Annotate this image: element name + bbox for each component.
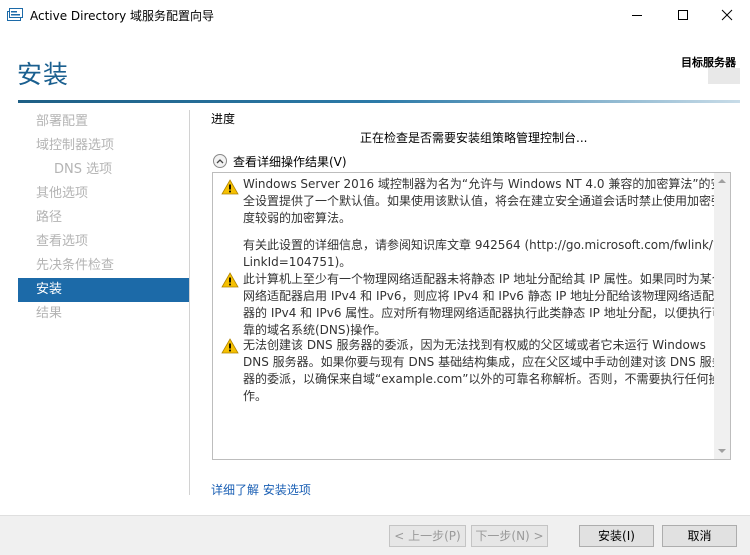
warning-1-text: Windows Server 2016 域控制器为名为“允许与 Windows … — [243, 177, 724, 225]
window-title: Active Directory 域服务配置向导 — [30, 9, 215, 23]
warning-icon — [221, 338, 239, 354]
close-button[interactable] — [704, 0, 750, 30]
details-panel[interactable]: Windows Server 2016 域控制器为名为“允许与 Windows … — [212, 172, 731, 460]
redacted-server-name — [708, 68, 740, 84]
back-button[interactable]: < 上一步(P) — [389, 525, 466, 547]
button-bar: < 上一步(P) 下一步(N) > 安装(I) 取消 — [0, 515, 750, 555]
close-icon — [721, 9, 733, 21]
nav-divider — [189, 110, 190, 495]
minimize-icon — [632, 15, 642, 16]
cancel-button[interactable]: 取消 — [662, 525, 737, 547]
warning-1-detail: 有关此设置的详细信息，请参阅知识库文章 942564 (http://go.mi… — [243, 238, 720, 269]
warning-icon — [221, 272, 239, 288]
server-icon — [7, 8, 23, 21]
scroll-up-icon[interactable] — [718, 179, 726, 183]
wizard-nav: 部署配置 域控制器选项 DNS 选项 其他选项 路径 查看选项 先决条件检查 安… — [18, 110, 189, 326]
page-title: 安装 — [17, 60, 70, 89]
nav-item-prereq: 先决条件检查 — [36, 258, 115, 273]
progress-status: 正在检查是否需要安装组策略管理控制台... — [360, 131, 588, 145]
details-toggle[interactable]: 查看详细操作结果(V) — [213, 153, 347, 169]
next-button[interactable]: 下一步(N) > — [471, 525, 548, 547]
nav-item-results: 结果 — [36, 306, 63, 321]
warning-2-text: 此计算机上至少有一个物理网络适配器未将静态 IP 地址分配给其 IP 属性。如果… — [243, 272, 724, 337]
title-bar: Active Directory 域服务配置向导 — [0, 0, 750, 30]
nav-item-dns-options: DNS 选项 — [54, 162, 113, 177]
warning-icon — [221, 179, 239, 195]
progress-label: 进度 — [211, 112, 236, 126]
install-button[interactable]: 安装(I) — [579, 525, 654, 547]
chevron-up-icon — [213, 154, 227, 168]
warning-3-text: 无法创建该 DNS 服务器的委派，因为无法找到有权威的父区域或者它未运行 Win… — [243, 338, 724, 403]
scroll-down-icon[interactable] — [718, 449, 726, 453]
minimize-button[interactable] — [614, 0, 660, 30]
nav-item-deployment: 部署配置 — [36, 114, 89, 129]
learn-more-prefix-link[interactable]: 详细了解 — [211, 483, 259, 497]
details-toggle-label: 查看详细操作结果(V) — [233, 154, 347, 169]
header-divider — [18, 100, 740, 103]
maximize-icon — [678, 10, 688, 20]
nav-item-dc-options: 域控制器选项 — [36, 138, 115, 153]
nav-item-additional-options: 其他选项 — [36, 186, 89, 201]
learn-more: 详细了解 安装选项 — [211, 481, 311, 498]
details-scrollbar[interactable] — [714, 173, 730, 459]
maximize-button[interactable] — [660, 0, 706, 30]
nav-item-review: 查看选项 — [36, 234, 89, 249]
nav-item-paths: 路径 — [36, 210, 63, 225]
install-options-link[interactable]: 安装选项 — [263, 483, 311, 497]
nav-item-install: 安装 — [18, 278, 189, 302]
